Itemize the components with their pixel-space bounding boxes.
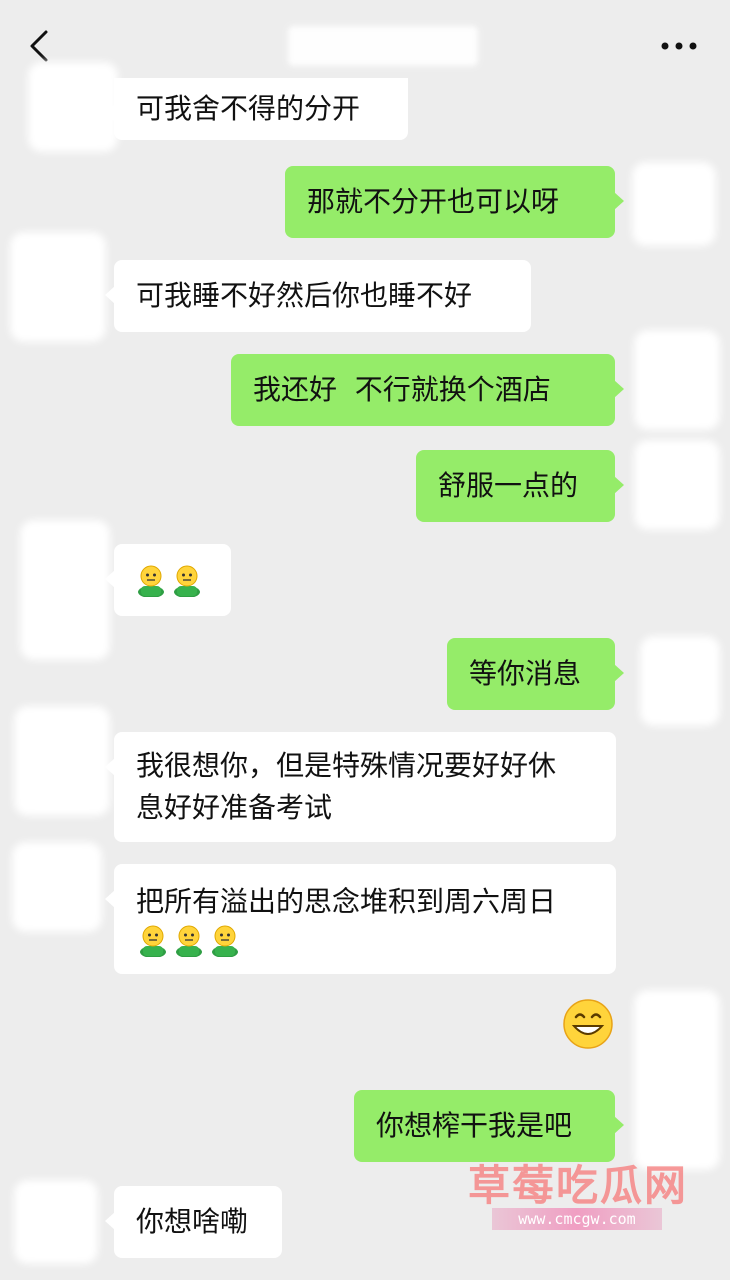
avatar-redacted bbox=[634, 330, 720, 430]
avatar-redacted bbox=[10, 232, 106, 342]
watermark-title: 草莓吃瓜网 bbox=[468, 1161, 689, 1210]
avatar-redacted bbox=[12, 842, 102, 932]
avatar-redacted bbox=[14, 1180, 98, 1264]
message-bubble-incoming[interactable]: 把所有溢出的思念堆积到周六周日 bbox=[105, 864, 616, 974]
avatar-redacted bbox=[634, 440, 720, 530]
emoji-row bbox=[134, 563, 204, 597]
message-bubble-incoming[interactable]: 可我舍不得的分开 bbox=[105, 78, 408, 140]
message-bubble-incoming[interactable]: 可我睡不好然后你也睡不好 bbox=[105, 260, 531, 332]
avatar-redacted bbox=[640, 636, 720, 726]
watermark-url: www.cmcgw.com bbox=[492, 1208, 662, 1230]
message-text-line: 息好好准备考试 bbox=[136, 791, 333, 824]
guy-icon bbox=[139, 925, 167, 957]
avatar-redacted bbox=[20, 520, 110, 660]
grin-icon[interactable] bbox=[562, 998, 614, 1050]
message-text: 可我舍不得的分开 bbox=[136, 92, 361, 125]
message-text-line: 我很想你，但是特殊情况要好好休 bbox=[136, 749, 557, 782]
message-bubble-incoming[interactable] bbox=[105, 544, 231, 616]
avatar-redacted bbox=[14, 706, 110, 816]
message-text: 你想榨干我是吧 bbox=[376, 1109, 573, 1142]
message-bubble-incoming[interactable]: 你想啥嘞 bbox=[105, 1186, 282, 1258]
avatar-redacted bbox=[632, 162, 716, 246]
avatar-redacted bbox=[634, 990, 720, 1170]
chevron-left-icon[interactable] bbox=[26, 28, 56, 64]
message-text: 等你消息 bbox=[469, 657, 582, 690]
chat-title-redacted bbox=[288, 26, 478, 66]
message-text: 可我睡不好然后你也睡不好 bbox=[136, 279, 473, 312]
message-text: 把所有溢出的思念堆积到周六周日 bbox=[136, 885, 557, 918]
message-bubble-incoming[interactable]: 我很想你，但是特殊情况要好好休 息好好准备考试 bbox=[105, 732, 616, 842]
guy-icon bbox=[211, 925, 239, 957]
guy-icon bbox=[173, 565, 201, 597]
message-bubble-outgoing[interactable]: 那就不分开也可以呀 bbox=[285, 166, 624, 238]
guy-icon bbox=[175, 925, 203, 957]
more-dots-icon[interactable] bbox=[660, 38, 698, 54]
message-bubble-outgoing[interactable]: 等你消息 bbox=[447, 638, 624, 710]
message-text: 那就不分开也可以呀 bbox=[307, 185, 560, 218]
message-text: 你想啥嘞 bbox=[136, 1205, 249, 1238]
message-text: 我还好 不行就换个酒店 bbox=[253, 373, 551, 406]
guy-icon bbox=[137, 565, 165, 597]
message-text: 舒服一点的 bbox=[438, 469, 579, 502]
message-bubble-outgoing[interactable]: 我还好 不行就换个酒店 bbox=[231, 354, 624, 426]
emoji-row bbox=[136, 923, 242, 957]
message-bubble-outgoing[interactable]: 舒服一点的 bbox=[416, 450, 624, 522]
